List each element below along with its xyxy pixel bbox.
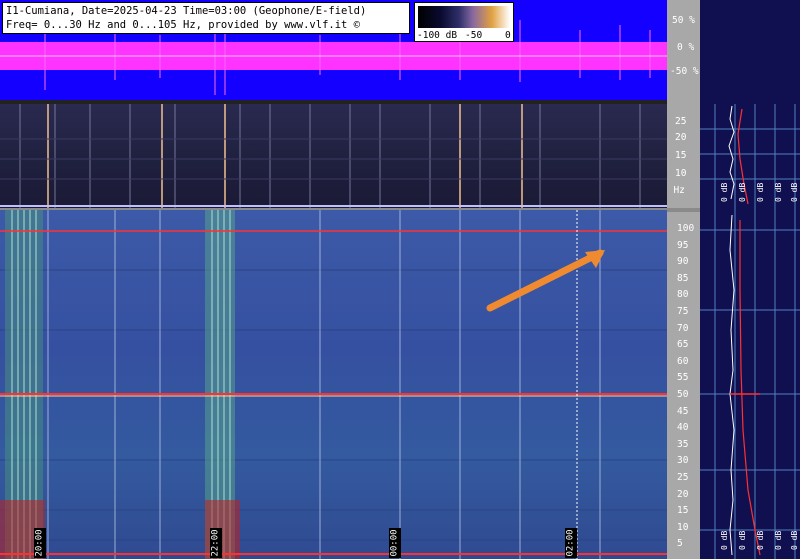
time-label: 02:00: [565, 528, 577, 558]
header-frequency-info: Freq= 0...30 Hz and 0...105 Hz, provided…: [6, 19, 361, 31]
main-freq-tick: 65: [677, 339, 689, 351]
colorbar-gradient: [418, 6, 510, 28]
colorbar-mid-label: -50: [465, 30, 483, 41]
main-freq-tick: 5: [677, 538, 683, 550]
main-freq-tick: 30: [677, 455, 689, 467]
side-db-label: 0 dB: [774, 530, 783, 550]
low-frequency-spectrogram-lines: [0, 104, 667, 210]
waveform-tick: -50 %: [670, 66, 699, 77]
main-spectrogram-lines: [0, 210, 667, 559]
main-freq-tick: 75: [677, 306, 689, 317]
time-label: 20:00: [34, 528, 46, 558]
main-freq-tick: 55: [677, 372, 689, 384]
main-freq-tick: 85: [677, 272, 689, 284]
low-frequency-spectrogram: [0, 104, 667, 210]
side-low-plot: [700, 104, 800, 210]
main-freq-tick: 80: [677, 289, 689, 301]
main-frequency-scale: 100 95 90 85 80 75 70 65 60 55 50 45 40 35 30 25 20 15 10 5: [667, 210, 700, 559]
side-db-label: 0 dB: [790, 182, 799, 202]
main-freq-tick: 35: [677, 438, 689, 450]
waveform-tick: 50 %: [672, 15, 695, 26]
low-freq-tick: 20: [675, 132, 687, 143]
main-freq-tick: 10: [677, 521, 689, 533]
side-db-label: 0 dB: [738, 530, 747, 550]
time-label: 22:00: [210, 528, 222, 558]
side-main-plot: [700, 210, 800, 559]
side-db-label: 0 dB: [720, 530, 729, 550]
side-db-label: 0 dB: [720, 182, 729, 202]
main-freq-tick: 60: [677, 355, 689, 367]
main-freq-tick: 95: [677, 239, 689, 251]
colorbar-min-label: -100 dB: [417, 30, 458, 41]
main-freq-tick: 50: [677, 389, 689, 400]
side-db-label: 0 dB: [756, 530, 765, 550]
low-frequency-scale: 25 20 15 10 5 Hz: [662, 104, 700, 210]
main-freq-tick: 20: [677, 488, 689, 500]
main-freq-tick: 90: [677, 256, 689, 268]
side-panel-low-frequency: 0 dB 0 dB 0 dB 0 dB 0 dB: [700, 104, 800, 210]
side-db-label: 0 dB: [738, 182, 747, 202]
low-freq-tick: 15: [675, 150, 687, 161]
colorbar-max-label: 0: [505, 30, 511, 41]
main-freq-tick: 70: [677, 322, 689, 334]
side-db-label: 0 dB: [774, 182, 783, 202]
colorbar: -100 dB -50 0: [414, 2, 514, 42]
main-freq-tick: 45: [677, 405, 689, 417]
low-freq-tick: 10: [675, 168, 687, 179]
main-freq-tick: 25: [677, 472, 689, 483]
main-freq-tick: 15: [677, 505, 689, 517]
main-freq-tick: 40: [677, 422, 689, 434]
side-db-label: 0 dB: [790, 530, 799, 550]
side-db-label: 0 dB: [756, 182, 765, 202]
side-panel-waveform: [700, 0, 800, 104]
time-label: 00:00: [389, 528, 401, 558]
side-panel-main: 0 dB 0 dB 0 dB 0 dB 0 dB: [700, 210, 800, 559]
low-freq-tick: 25: [675, 116, 687, 127]
header-info-box: I1-Cumiana, Date=2025-04-23 Time=03:00 (…: [2, 2, 410, 34]
main-freq-tick: 100: [677, 223, 695, 234]
header-title: I1-Cumiana, Date=2025-04-23 Time=03:00 (…: [6, 5, 367, 17]
waveform-tick: 0 %: [677, 42, 695, 53]
waveform-scale: 50 % 0 % -50 %: [667, 0, 700, 104]
main-spectrogram: [0, 210, 667, 559]
